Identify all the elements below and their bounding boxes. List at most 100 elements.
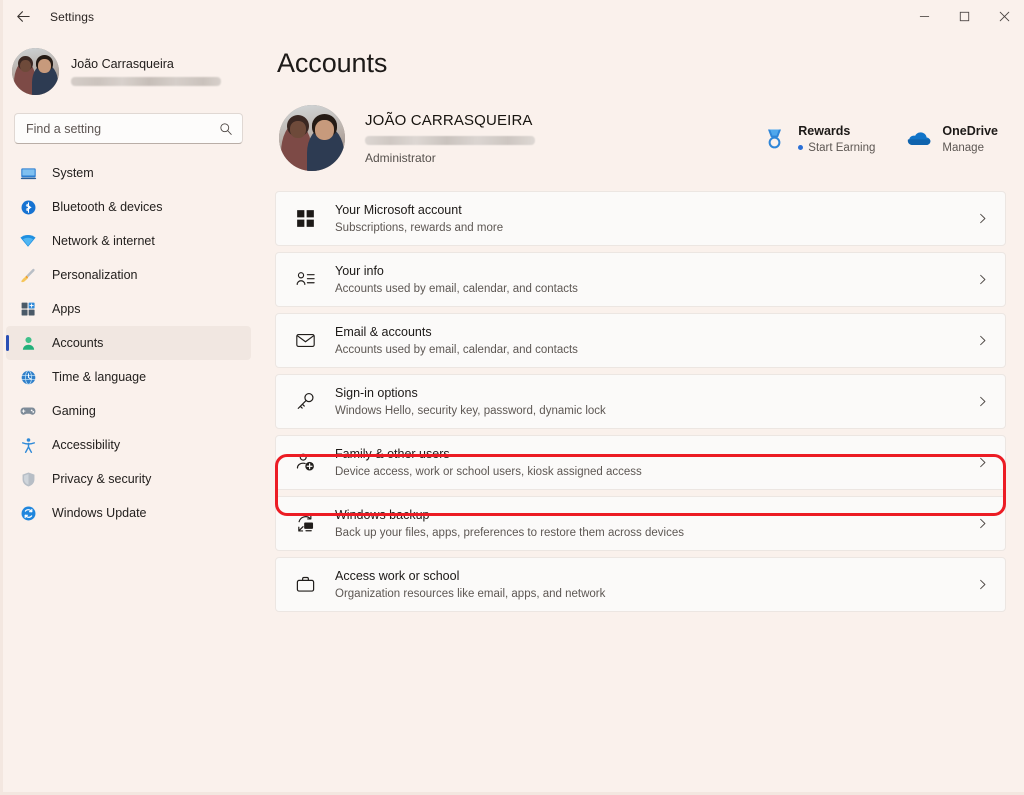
card-sign-in-options[interactable]: Sign-in options Windows Hello, security …: [275, 374, 1006, 429]
sidebar-profile-name: João Carrasqueira: [71, 57, 174, 71]
card-subtitle: Back up your files, apps, preferences to…: [335, 527, 684, 539]
card-windows-backup[interactable]: Windows backup Back up your files, apps,…: [275, 496, 1006, 551]
account-summary-text: JOÃO CARRASQUEIRA Administrator: [365, 111, 535, 165]
chevron-right-icon: [976, 334, 989, 347]
account-role: Administrator: [365, 151, 436, 165]
search-box[interactable]: [14, 113, 243, 144]
onedrive-cloud-icon: [905, 125, 931, 151]
sidebar-item-label: Personalization: [52, 268, 138, 282]
system-icon: [18, 163, 38, 183]
sidebar-item-label: Accessibility: [52, 438, 121, 452]
rewards-subtitle-text: Start Earning: [808, 141, 876, 154]
card-title: Your Microsoft account: [335, 203, 462, 217]
onedrive-text: OneDrive Manage: [942, 123, 998, 154]
window-controls: [904, 0, 1024, 33]
card-title: Windows backup: [335, 508, 430, 522]
card-text: Your info Accounts used by email, calend…: [335, 263, 578, 296]
sidebar-item-accounts[interactable]: Accounts: [6, 326, 251, 360]
window-body: João Carrasqueira Find a setting System …: [0, 33, 1024, 795]
accounts-icon: [18, 333, 38, 353]
bluetooth-icon: [18, 197, 38, 217]
rewards-subtitle: Start Earning: [798, 142, 875, 154]
rewards-link[interactable]: Rewards Start Earning: [761, 123, 875, 154]
sidebar-item-bluetooth-devices[interactable]: Bluetooth & devices: [6, 190, 251, 224]
sidebar-item-accessibility[interactable]: Accessibility: [6, 428, 251, 462]
minimize-button[interactable]: [904, 0, 944, 33]
onedrive-link[interactable]: OneDrive Manage: [905, 123, 998, 154]
page-title: Accounts: [277, 48, 388, 78]
card-subtitle: Windows Hello, security key, password, d…: [335, 405, 606, 417]
card-family-other-users[interactable]: Family & other users Device access, work…: [275, 435, 1006, 490]
card-your-microsoft-account[interactable]: Your Microsoft account Subscriptions, re…: [275, 191, 1006, 246]
search-input[interactable]: [26, 121, 219, 136]
sidebar-item-label: Time & language: [52, 370, 147, 384]
chevron-right-icon: [976, 456, 989, 469]
sidebar-item-label: Accounts: [52, 336, 104, 350]
sidebar-item-label: Windows Update: [52, 506, 147, 520]
sidebar-item-label: Bluetooth & devices: [52, 200, 163, 214]
card-subtitle: Device access, work or school users, kio…: [335, 466, 642, 478]
account-links: Rewards Start Earning OneDrive Manage: [761, 123, 1004, 154]
key-icon: [293, 390, 317, 414]
close-button[interactable]: [984, 0, 1024, 33]
chevron-right-icon: [976, 212, 989, 225]
card-subtitle: Organization resources like email, apps,…: [335, 588, 606, 600]
sidebar-item-personalization[interactable]: Personalization: [6, 258, 251, 292]
sidebar-item-gaming[interactable]: Gaming: [6, 394, 251, 428]
card-title: Access work or school: [335, 569, 460, 583]
gaming-icon: [18, 401, 38, 421]
card-text: Sign-in options Windows Hello, security …: [335, 385, 606, 418]
paintbrush-icon: [18, 265, 38, 285]
mail-envelope-icon: [293, 329, 317, 353]
shield-icon: [18, 469, 38, 489]
chevron-right-icon: [976, 578, 989, 591]
sidebar-item-label: Apps: [52, 302, 81, 316]
rewards-title: Rewards: [798, 123, 851, 138]
card-subtitle: Subscriptions, rewards and more: [335, 222, 504, 234]
briefcase-icon: [293, 573, 317, 597]
rewards-medal-icon: [761, 125, 787, 151]
sidebar-item-time-language[interactable]: Time & language: [6, 360, 251, 394]
sidebar-item-privacy-security[interactable]: Privacy & security: [6, 462, 251, 496]
card-email-accounts[interactable]: Email & accounts Accounts used by email,…: [275, 313, 1006, 368]
card-text: Access work or school Organization resou…: [335, 568, 605, 601]
card-title: Your info: [335, 264, 384, 278]
account-name: JOÃO CARRASQUEIRA: [365, 112, 533, 129]
rewards-text: Rewards Start Earning: [798, 123, 875, 154]
chevron-right-icon: [976, 517, 989, 530]
sidebar-item-system[interactable]: System: [6, 156, 251, 190]
accessibility-icon: [18, 435, 38, 455]
chevron-right-icon: [976, 273, 989, 286]
onedrive-subtitle: Manage: [942, 141, 984, 154]
card-text: Family & other users Device access, work…: [335, 446, 642, 479]
network-icon: [18, 231, 38, 251]
main-content: Accounts JOÃO CARRASQUEIRA Administrator: [257, 33, 1024, 795]
sidebar-item-apps[interactable]: Apps: [6, 292, 251, 326]
update-icon: [18, 503, 38, 523]
sidebar-item-network-internet[interactable]: Network & internet: [6, 224, 251, 258]
sidebar-item-label: Privacy & security: [52, 472, 152, 486]
window-frame-left-edge: [0, 0, 3, 795]
sidebar-profile[interactable]: João Carrasqueira: [0, 33, 257, 107]
maximize-button[interactable]: [944, 0, 984, 33]
sidebar-profile-text: João Carrasqueira: [71, 56, 221, 86]
card-title: Email & accounts: [335, 325, 432, 339]
card-subtitle: Accounts used by email, calendar, and co…: [335, 344, 578, 356]
avatar: [279, 105, 345, 171]
settings-window: Settings João Carrasqueira Find a settin…: [0, 0, 1024, 795]
person-add-icon: [293, 451, 317, 475]
chevron-right-icon: [976, 395, 989, 408]
microsoft-logo-icon: [293, 207, 317, 231]
card-text: Windows backup Back up your files, apps,…: [335, 507, 684, 540]
sidebar-item-windows-update[interactable]: Windows Update: [6, 496, 251, 530]
avatar: [12, 47, 59, 95]
card-text: Your Microsoft account Subscriptions, re…: [335, 202, 503, 235]
window-title: Settings: [50, 9, 95, 24]
card-access-work-or-school[interactable]: Access work or school Organization resou…: [275, 557, 1006, 612]
sidebar-item-label: Network & internet: [52, 234, 155, 248]
account-email-redacted: [365, 136, 535, 145]
card-your-info[interactable]: Your info Accounts used by email, calend…: [275, 252, 1006, 307]
back-button[interactable]: [6, 2, 40, 32]
time-language-icon: [18, 367, 38, 387]
person-info-icon: [293, 268, 317, 292]
